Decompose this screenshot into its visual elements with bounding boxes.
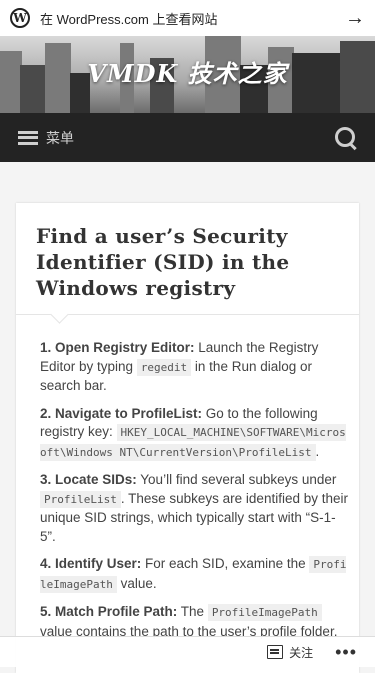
- article-title[interactable]: Find a user’s Security Identifier (SID) …: [36, 223, 336, 301]
- code-regedit: regedit: [136, 358, 192, 376]
- arrow-right-icon[interactable]: →: [345, 7, 365, 30]
- reader-icon[interactable]: [267, 645, 284, 659]
- search-icon[interactable]: [335, 126, 357, 150]
- menu-icon[interactable]: [18, 130, 38, 145]
- more-icon[interactable]: •••: [335, 643, 357, 661]
- list-item: 4. Identify User: For each SID, examine …: [40, 556, 347, 593]
- follow-button[interactable]: 关注: [289, 644, 313, 661]
- list-item: 3. Locate SIDs: You’ll find several subk…: [40, 472, 348, 544]
- steps-list: 1. Open Registry Editor: Launch the Regi…: [34, 339, 350, 650]
- wordpress-logo-icon: W: [10, 8, 30, 28]
- code-profileimagepath-2: ProfileImagePath: [207, 604, 322, 621]
- list-item: 1. Open Registry Editor: Launch the Regi…: [40, 340, 319, 393]
- wordpress-bar[interactable]: W 在 WordPress.com 上查看网站 →: [0, 0, 375, 36]
- site-title[interactable]: VMDK 技术之家: [0, 54, 375, 89]
- code-profilelist: ProfileList: [40, 490, 121, 508]
- view-on-wordpress-link[interactable]: 在 WordPress.com 上查看网站: [40, 9, 345, 28]
- list-item: 2. Navigate to ProfileList: Go to the fo…: [40, 405, 346, 461]
- article-card: Find a user’s Security Identifier (SID) …: [16, 203, 359, 673]
- header-image: VMDK 技术之家: [0, 36, 375, 113]
- menu-label[interactable]: 菜单: [46, 128, 335, 148]
- divider-notch: [50, 305, 69, 324]
- action-bar: 关注 •••: [0, 636, 375, 667]
- nav-bar: 菜单: [0, 113, 375, 162]
